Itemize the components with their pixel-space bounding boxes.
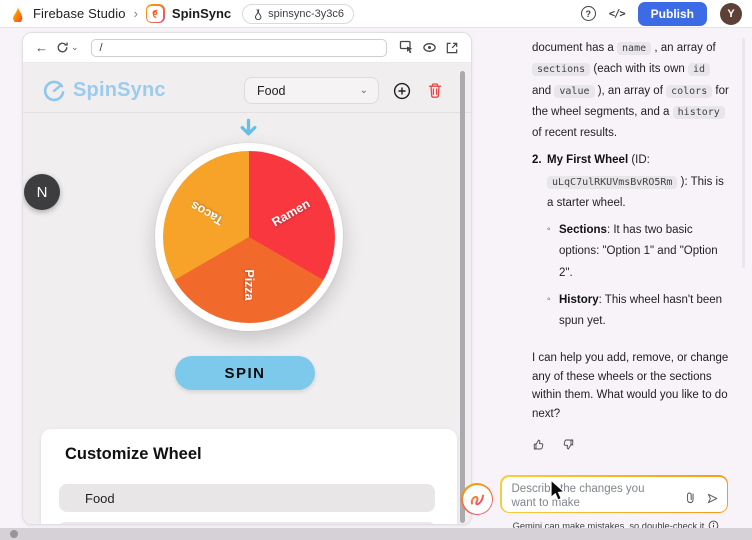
help-icon[interactable]: ?: [581, 6, 596, 21]
wheel-segment-label: Pizza: [242, 269, 256, 300]
message-paragraph: document has a name , an array of sectio…: [532, 38, 729, 144]
customize-wheel-title: Customize Wheel: [65, 445, 435, 464]
trash-icon: [427, 82, 443, 99]
app-logo: SpinSync: [41, 78, 166, 104]
chat-message: document has a name , an array of sectio…: [532, 38, 729, 452]
workspace-pill-label: spinsync-3y3c6: [268, 8, 344, 20]
refresh-chevron-icon[interactable]: ⌄: [71, 42, 79, 53]
thumbs-down-icon[interactable]: [560, 437, 575, 452]
thumbs-up-icon[interactable]: [532, 437, 547, 452]
avatar[interactable]: Y: [720, 3, 742, 25]
gemini-fab-button[interactable]: [461, 483, 493, 515]
app-logo-text: SpinSync: [73, 79, 166, 102]
spinsync-squiggle-glyph: [149, 8, 161, 20]
spinner-wheel[interactable]: RamenPizzaTacos: [155, 143, 343, 331]
spin-button[interactable]: SPIN: [175, 356, 315, 390]
app-name: SpinSync: [172, 6, 231, 21]
plus-circle-icon: [393, 82, 411, 100]
wheel-name-value: Food: [85, 491, 115, 506]
url-value: /: [100, 42, 103, 54]
gemini-squiggle-icon: [468, 490, 486, 508]
message-closing: I can help you add, remove, or change an…: [532, 349, 729, 423]
select-element-icon[interactable]: [399, 40, 414, 55]
chat-scrollbar[interactable]: [742, 38, 745, 268]
chat-input-container: [500, 475, 728, 513]
web-preview-pane: ← ⌄ /: [22, 32, 472, 525]
back-icon[interactable]: ←: [35, 41, 48, 54]
spinsync-app-preview: SpinSync Food ⌄: [23, 63, 471, 524]
delete-wheel-button[interactable]: [427, 82, 443, 99]
workspace-pill[interactable]: spinsync-3y3c6: [242, 4, 354, 24]
presence-badge: N: [24, 174, 60, 210]
inspect-view-icon[interactable]: [422, 41, 437, 54]
firebase-logo-icon: [10, 6, 26, 22]
customize-wheel-card: Customize Wheel Food: [41, 429, 457, 525]
refresh-control[interactable]: ⌄: [56, 41, 79, 54]
window-bottom-edge: [0, 528, 752, 540]
wheel-name-input[interactable]: Food: [59, 484, 435, 512]
top-bar-actions: ? </> Publish Y: [581, 2, 742, 26]
list-item: ◦ Sections: It has two basic options: "O…: [547, 220, 729, 284]
preview-toolbar: ← ⌄ /: [23, 33, 471, 63]
wheel-select[interactable]: Food ⌄: [244, 77, 379, 104]
attach-icon[interactable]: [684, 491, 696, 505]
top-bar: Firebase Studio › SpinSync spinsync-3y3c…: [0, 0, 752, 28]
flask-icon: [252, 8, 263, 20]
open-in-new-window-icon[interactable]: [445, 41, 459, 55]
refresh-icon[interactable]: [56, 41, 69, 54]
product-name: Firebase Studio: [33, 6, 126, 21]
section-row-partial: [59, 522, 435, 525]
publish-button[interactable]: Publish: [638, 2, 707, 26]
feedback-row: [532, 437, 729, 452]
chat-input[interactable]: [502, 477, 667, 512]
breadcrumb-chevron-icon: ›: [134, 6, 138, 21]
bottom-dot: [10, 530, 18, 538]
url-input[interactable]: /: [91, 39, 387, 57]
spinsync-app-icon: [146, 4, 165, 23]
add-wheel-button[interactable]: [393, 82, 411, 100]
app-header: SpinSync Food ⌄: [23, 63, 471, 113]
chevron-down-icon: ⌄: [360, 85, 368, 96]
list-item: ◦ History: This wheel hasn't been spun y…: [547, 290, 729, 333]
list-item: 2. My First Wheel (ID: uLqC7ulRKUVmsBvRO…: [532, 150, 729, 214]
gemini-chat-panel: document has a name , an array of sectio…: [480, 28, 752, 540]
firebase-studio-window: Firebase Studio › SpinSync spinsync-3y3c…: [0, 0, 752, 540]
code-icon[interactable]: </>: [609, 8, 625, 20]
wheel-select-value: Food: [257, 84, 286, 98]
send-icon[interactable]: [705, 491, 720, 506]
preview-scrollbar[interactable]: [460, 71, 465, 523]
spinsync-logo-icon: [41, 78, 67, 104]
